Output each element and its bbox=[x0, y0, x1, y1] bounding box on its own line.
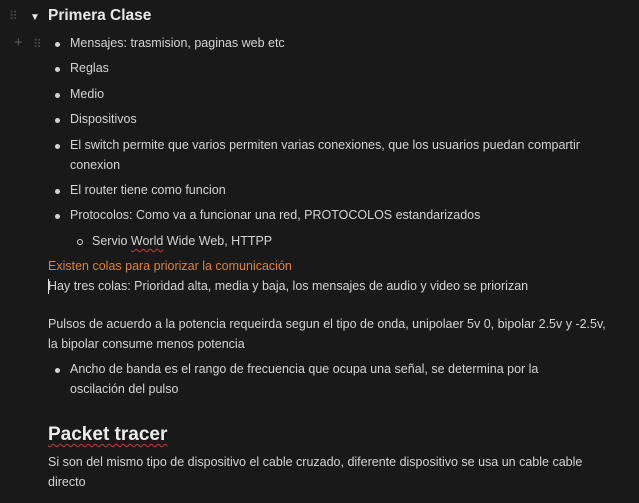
add-block-icon[interactable]: + bbox=[14, 35, 23, 50]
text-cursor bbox=[48, 279, 49, 294]
paragraph[interactable]: Si son del mismo tipo de dispositivo el … bbox=[48, 453, 593, 492]
list-item-text[interactable]: El switch permite que varios permiten va… bbox=[70, 136, 610, 175]
bullet-dot bbox=[55, 189, 60, 194]
list-item-text[interactable]: El router tiene como funcion bbox=[70, 181, 610, 201]
paragraph[interactable]: Hay tres colas: Prioridad alta, media y … bbox=[48, 277, 608, 297]
drag-handle-icon[interactable]: ⠿ bbox=[9, 10, 18, 22]
bullet-dot bbox=[55, 118, 60, 123]
list-item-text[interactable]: Reglas bbox=[70, 59, 610, 79]
sub-text-part: Wide Web, HTTPP bbox=[163, 234, 273, 248]
list-item-text[interactable]: Protocolos: Como va a funcionar una red,… bbox=[70, 206, 610, 226]
bullet-dot bbox=[55, 144, 60, 149]
list-item-text[interactable]: Mensajes: trasmision, paginas web etc bbox=[70, 34, 610, 54]
list-item-text[interactable]: Dispositivos bbox=[70, 110, 610, 130]
sub-text-part: Servio bbox=[92, 234, 131, 248]
bullet-dot bbox=[55, 214, 60, 219]
bullet-dot bbox=[55, 67, 60, 72]
bullet-dot bbox=[55, 42, 60, 47]
list-item-text[interactable]: Medio bbox=[70, 85, 610, 105]
list-item-text[interactable]: Ancho de banda es el rango de frecuencia… bbox=[70, 360, 570, 399]
sub-list-item-text[interactable]: Servio World Wide Web, HTTPP bbox=[92, 232, 632, 252]
heading-packet-tracer[interactable]: Packet tracer bbox=[48, 423, 167, 447]
spellcheck-word: World bbox=[130, 234, 164, 248]
sub-bullet-circle bbox=[77, 239, 83, 245]
paragraph[interactable]: Pulsos de acuerdo a la potencia requeird… bbox=[48, 315, 608, 354]
bullet-dot bbox=[55, 93, 60, 98]
heading-text: Packet tracer bbox=[48, 424, 168, 445]
toggle-arrow-icon[interactable]: ▼ bbox=[27, 9, 43, 25]
highlighted-text[interactable]: Existen colas para priorizar la comunica… bbox=[48, 257, 608, 277]
drag-handle-icon[interactable]: ⠿ bbox=[33, 38, 42, 50]
toggle-heading-title[interactable]: Primera Clase bbox=[48, 6, 151, 26]
bullet-dot bbox=[55, 368, 60, 373]
